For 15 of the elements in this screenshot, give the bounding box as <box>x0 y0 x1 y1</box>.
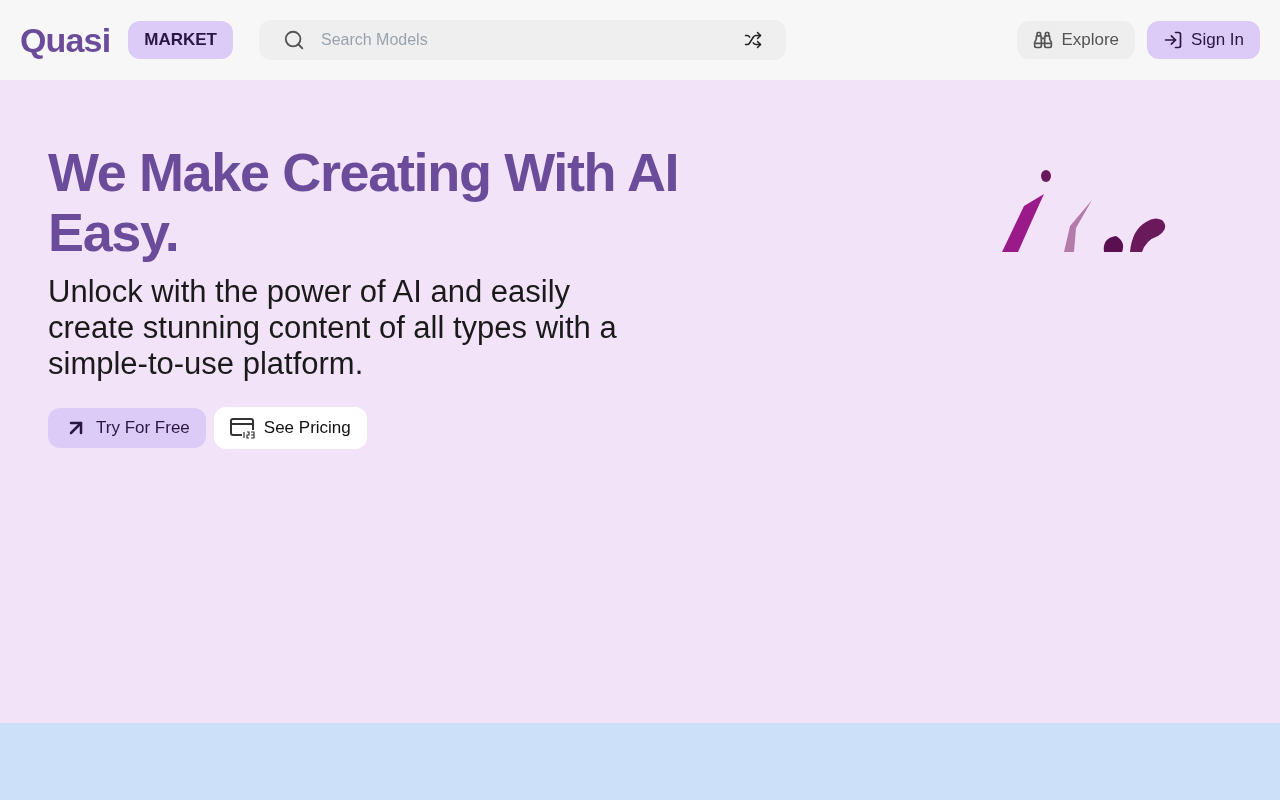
sign-in-icon <box>1163 30 1184 50</box>
sign-in-button[interactable]: Sign In <box>1147 21 1260 59</box>
market-badge[interactable]: MARKET <box>128 21 233 59</box>
logo[interactable]: Quasi <box>20 14 111 66</box>
shuffle-icon[interactable] <box>743 31 762 49</box>
price-card-icon <box>229 417 256 439</box>
binoculars-icon <box>1033 30 1054 50</box>
search-bar[interactable]: Search Models <box>258 20 786 60</box>
try-for-free-button[interactable]: Try For Free <box>48 408 206 448</box>
hero-subtitle: Unlock with the power of AI and easily create stunning content of all types with a simple-to-use platform. <box>48 274 618 382</box>
search-input[interactable]: Search Models <box>320 28 728 52</box>
see-pricing-button[interactable]: See Pricing <box>213 407 367 449</box>
hero-title: We Make Creating With AI Easy. <box>48 142 680 262</box>
explore-button[interactable]: Explore <box>1017 21 1136 59</box>
search-icon <box>282 29 305 51</box>
